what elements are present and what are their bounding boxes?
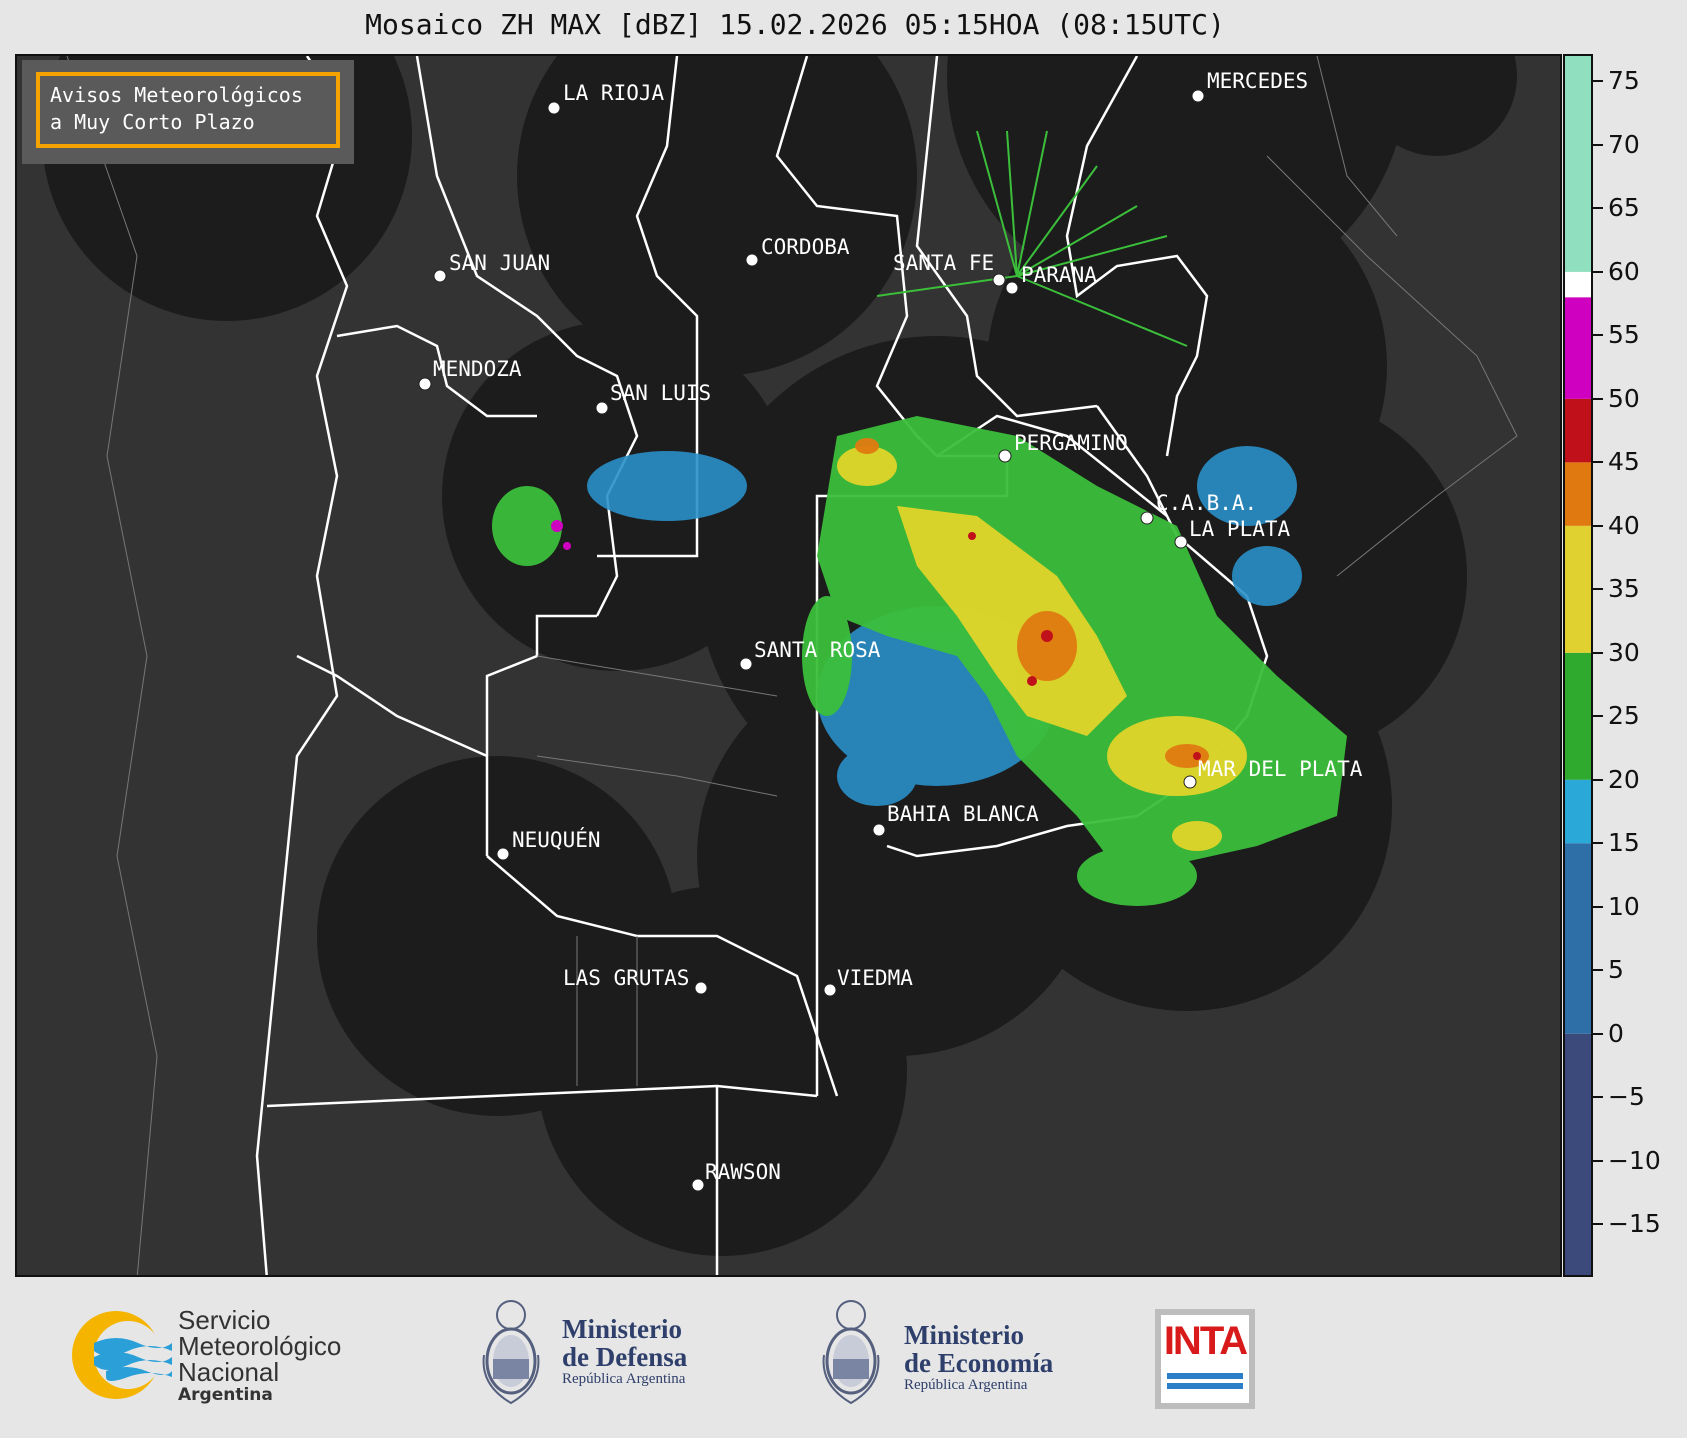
colorbar-tick-mark bbox=[1593, 969, 1603, 972]
colorbar-tick-label: 10 bbox=[1608, 891, 1640, 921]
colorbar-tick-mark bbox=[1593, 715, 1603, 718]
colorbar-tick-mark bbox=[1593, 1223, 1603, 1226]
colorbar-tick-label: 35 bbox=[1608, 574, 1640, 604]
colorbar-tick-label: 70 bbox=[1608, 129, 1640, 159]
smn-emblem-icon bbox=[72, 1311, 172, 1399]
defensa-line-1: Ministerio bbox=[562, 1314, 682, 1344]
colorbar-tick-label: 50 bbox=[1608, 383, 1640, 413]
city-label-san-juan: SAN JUAN bbox=[449, 251, 550, 275]
economia-logo: Ministerio de Economía República Argenti… bbox=[818, 1295, 1078, 1415]
smn-line-2: Meteorológico bbox=[178, 1331, 342, 1361]
notice-panel: Avisos Meteorológicos a Muy Corto Plazo bbox=[22, 60, 354, 164]
city-label-santa-fe: SANTA FE bbox=[893, 251, 994, 275]
national-shield-icon bbox=[822, 1300, 880, 1405]
city-label-neuquen: NEUQUÉN bbox=[512, 827, 601, 852]
colorbar-band bbox=[1565, 525, 1591, 653]
city-label-rawson: RAWSON bbox=[705, 1160, 781, 1184]
inta-wordmark: INTA bbox=[1163, 1319, 1248, 1363]
smn-line-1: Servicio bbox=[178, 1305, 271, 1335]
economia-line-1: Ministerio bbox=[904, 1320, 1024, 1350]
colorbar-tick-label: 65 bbox=[1608, 193, 1640, 223]
colorbar-band bbox=[1565, 779, 1591, 844]
colorbar-tick-label: 45 bbox=[1608, 447, 1640, 477]
colorbar-band bbox=[1565, 652, 1591, 780]
colorbar-tick-mark bbox=[1593, 905, 1603, 908]
colorbar-tick-label: 15 bbox=[1608, 828, 1640, 858]
colorbar-band bbox=[1565, 56, 1591, 272]
smn-line-4: Argentina bbox=[178, 1385, 273, 1405]
economia-line-3: República Argentina bbox=[904, 1377, 1028, 1393]
national-shield-icon bbox=[482, 1300, 540, 1405]
defensa-logo: Ministerio de Defensa República Argentin… bbox=[478, 1295, 718, 1415]
colorbar-gradient bbox=[1565, 56, 1591, 1275]
colorbar-tick-mark bbox=[1593, 397, 1603, 400]
city-label-parana: PARANA bbox=[1021, 263, 1097, 287]
colorbar-tick-label: 20 bbox=[1608, 764, 1640, 794]
colorbar-tick-label: 75 bbox=[1608, 66, 1640, 96]
colorbar-band bbox=[1565, 297, 1591, 399]
city-label-mar-del-plata: MAR DEL PLATA bbox=[1198, 757, 1363, 781]
smn-logo: Servicio Meteorológico Nacional Argentin… bbox=[66, 1305, 376, 1405]
colorbar-tick-label: 5 bbox=[1608, 955, 1624, 985]
colorbar-tick-mark bbox=[1593, 270, 1603, 273]
colorbar-tick-label: 40 bbox=[1608, 510, 1640, 540]
colorbar-tick-label: 0 bbox=[1608, 1018, 1624, 1048]
colorbar-tick-label: 30 bbox=[1608, 637, 1640, 667]
colorbar bbox=[1563, 54, 1593, 1277]
colorbar-band bbox=[1565, 398, 1591, 463]
city-label-pergamino: PERGAMINO bbox=[1014, 431, 1128, 455]
city-label-cordoba: CORDOBA bbox=[761, 235, 850, 259]
colorbar-band bbox=[1565, 843, 1591, 1034]
colorbar-band bbox=[1565, 271, 1591, 298]
colorbar-tick-label: 25 bbox=[1608, 701, 1640, 731]
city-label-bahia-blanca: BAHIA BLANCA bbox=[887, 802, 1039, 826]
smn-line-3: Nacional bbox=[178, 1357, 280, 1387]
colorbar-tick-mark bbox=[1593, 1159, 1603, 1162]
city-label-las-grutas: LAS GRUTAS bbox=[563, 966, 689, 990]
city-label-mercedes: MERCEDES bbox=[1207, 69, 1308, 93]
map-title: Mosaico ZH MAX [dBZ] 15.02.2026 05:15HOA… bbox=[365, 8, 1225, 41]
colorbar-tick-mark bbox=[1593, 207, 1603, 210]
colorbar-tick-mark bbox=[1593, 1032, 1603, 1035]
colorbar-band bbox=[1565, 462, 1591, 526]
notice-frame: Avisos Meteorológicos a Muy Corto Plazo bbox=[36, 72, 340, 148]
defensa-line-2: de Defensa bbox=[562, 1342, 688, 1372]
colorbar-tick-label: −5 bbox=[1608, 1082, 1645, 1112]
colorbar-tick-mark bbox=[1593, 651, 1603, 654]
inta-logo: INTA bbox=[1155, 1309, 1255, 1409]
colorbar-tick-label: −15 bbox=[1608, 1209, 1661, 1239]
colorbar-tick-mark bbox=[1593, 778, 1603, 781]
colorbar-tick-mark bbox=[1593, 334, 1603, 337]
notice-line-1: Avisos Meteorológicos bbox=[50, 83, 303, 107]
city-label-san-luis: SAN LUIS bbox=[610, 381, 711, 405]
footer-logos: Servicio Meteorológico Nacional Argentin… bbox=[0, 1277, 1687, 1438]
city-label-santa-rosa: SANTA ROSA bbox=[754, 638, 881, 662]
city-label-caba: C.A.B.A. bbox=[1156, 491, 1257, 515]
inta-stripe-icon bbox=[1167, 1373, 1243, 1379]
city-label-la-plata: LA PLATA bbox=[1189, 517, 1291, 541]
radar-map: LA RIOJA MERCEDES SAN JUAN CORDOBA SANTA… bbox=[15, 54, 1562, 1277]
colorbar-tick-mark bbox=[1593, 524, 1603, 527]
colorbar-tick-mark bbox=[1593, 80, 1603, 83]
colorbar-tick-label: −10 bbox=[1608, 1145, 1661, 1175]
defensa-line-3: República Argentina bbox=[562, 1371, 686, 1387]
colorbar-tick-mark bbox=[1593, 461, 1603, 464]
colorbar-band bbox=[1565, 1033, 1591, 1275]
colorbar-tick-mark bbox=[1593, 1096, 1603, 1099]
notice-line-2: a Muy Corto Plazo bbox=[50, 110, 255, 134]
colorbar-tick-label: 55 bbox=[1608, 320, 1640, 350]
colorbar-tick-label: 60 bbox=[1608, 256, 1640, 286]
colorbar-tick-mark bbox=[1593, 588, 1603, 591]
economia-line-2: de Economía bbox=[904, 1348, 1054, 1378]
city-label-la-rioja: LA RIOJA bbox=[563, 81, 665, 105]
city-label-mendoza: MENDOZA bbox=[433, 357, 522, 381]
colorbar-tick-mark bbox=[1593, 842, 1603, 845]
colorbar-tick-mark bbox=[1593, 143, 1603, 146]
city-label-viedma: VIEDMA bbox=[837, 966, 913, 990]
inta-stripe-icon bbox=[1167, 1383, 1243, 1389]
